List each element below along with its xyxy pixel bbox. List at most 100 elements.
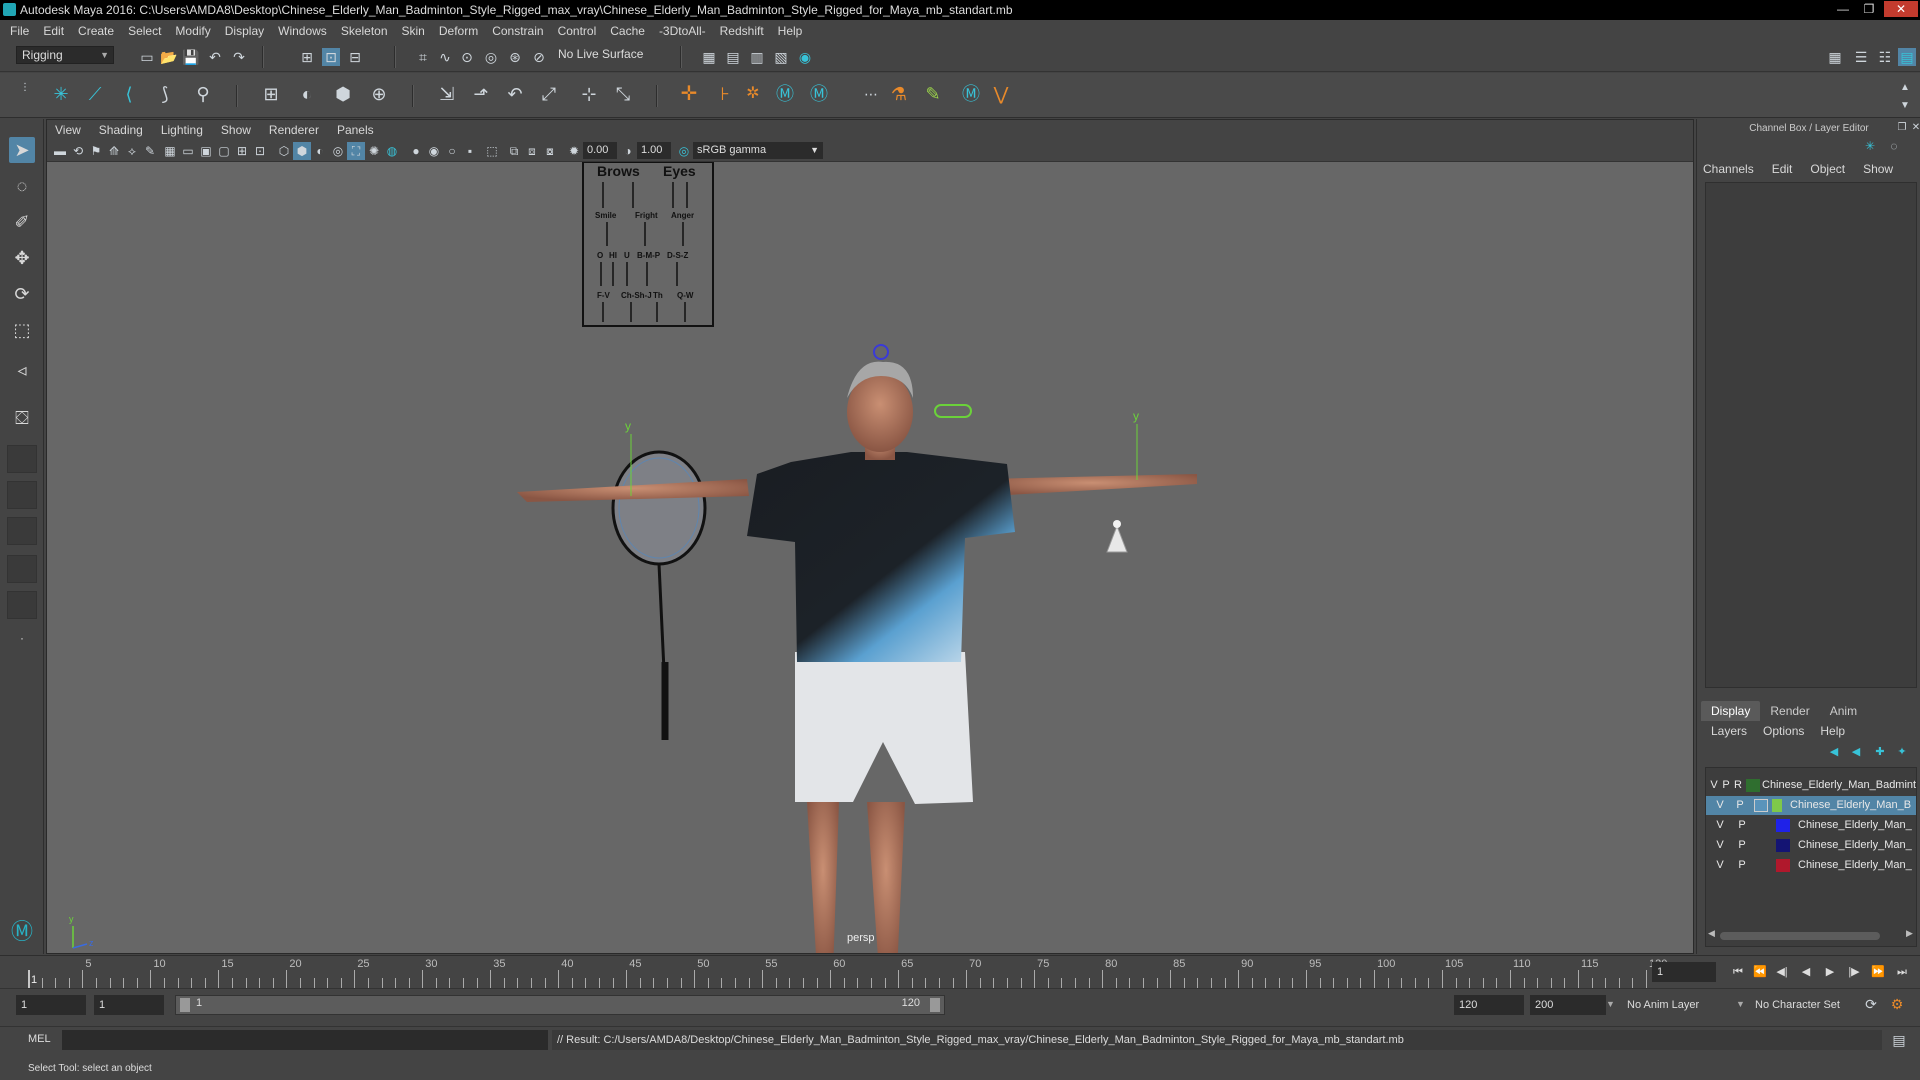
layer-visibility-toggle[interactable]: V <box>1714 796 1726 815</box>
vp-menu-lighting[interactable]: Lighting <box>161 123 203 137</box>
script-language-toggle[interactable]: MEL <box>28 1033 51 1045</box>
paint-weights-icon[interactable]: ◐ <box>298 85 316 103</box>
layer-playback-toggle[interactable]: P <box>1734 796 1746 815</box>
paint-skin-icon[interactable]: ⚗ <box>890 85 908 103</box>
layer-playback-toggle[interactable]: P <box>1736 836 1748 855</box>
current-frame-field[interactable]: 1 <box>1652 962 1716 982</box>
close-button[interactable]: ✕ <box>1884 1 1918 17</box>
scroll-left-icon[interactable]: ◀ <box>1708 928 1715 939</box>
snap-view-plane-icon[interactable]: ◎ <box>482 48 500 66</box>
playback-start-field[interactable]: 1 <box>94 995 164 1015</box>
layout-persp-graph-icon[interactable] <box>7 517 37 545</box>
chevron-down-icon[interactable]: ▼ <box>1736 999 1745 1009</box>
layout-outliner-icon[interactable] <box>7 591 37 619</box>
menu-skin[interactable]: Skin <box>402 24 425 38</box>
shuttlecock-model[interactable] <box>1106 520 1128 553</box>
channel-box-icon[interactable]: ▤ <box>1898 48 1916 66</box>
render-frame-icon[interactable]: ▤ <box>724 48 742 66</box>
smooth-shade-icon[interactable]: ⬢ <box>293 142 311 160</box>
field-chart-icon[interactable]: ⊞ <box>233 142 251 160</box>
grease-pencil-icon[interactable]: ✎ <box>141 142 159 160</box>
go-to-start-icon[interactable]: ⏮ <box>1730 964 1746 980</box>
layer-menu-options[interactable]: Options <box>1763 724 1804 738</box>
layer-menu-help[interactable]: Help <box>1820 724 1845 738</box>
command-input[interactable] <box>62 1030 548 1050</box>
shelf-scroll-down-icon[interactable]: ▼ <box>1896 97 1914 115</box>
animation-end-field[interactable]: 200 <box>1530 995 1606 1015</box>
menu-control[interactable]: Control <box>558 24 597 38</box>
new-layer-selected-icon[interactable]: ✦ <box>1893 743 1911 761</box>
layer-color-swatch[interactable] <box>1776 839 1790 852</box>
shelf-options-icon[interactable]: ⋮ <box>16 79 34 97</box>
last-tool-icon[interactable]: ◃ <box>9 357 35 383</box>
layer-row[interactable]: V P Chinese_Elderly_Man_ <box>1706 816 1916 835</box>
character-set-dropdown[interactable]: No Character Set <box>1750 995 1870 1015</box>
go-to-end-icon[interactable]: ⏭ <box>1894 964 1910 980</box>
xray-icon[interactable]: ⧉ <box>505 142 523 160</box>
menu-file[interactable]: File <box>10 24 29 38</box>
scale-constraint-icon[interactable]: ⤢ <box>540 85 558 103</box>
toolbox-more-icon[interactable]: · <box>9 625 35 651</box>
lasso-tool-icon[interactable]: ◌ <box>9 173 35 199</box>
menu-3dtoall[interactable]: -3DtoAll- <box>659 24 706 38</box>
menu-modify[interactable]: Modify <box>175 24 210 38</box>
play-backwards-icon[interactable]: ◀ <box>1798 964 1814 980</box>
exposure-field[interactable]: 0.00 <box>583 142 617 159</box>
blend-shape-icon[interactable]: ✎ <box>924 85 942 103</box>
live-surface-field[interactable]: No Live Surface <box>553 46 653 64</box>
parent-constraint-icon[interactable]: ⊹ <box>580 85 598 103</box>
range-slider[interactable]: 1 120 <box>175 995 945 1015</box>
menu-edit[interactable]: Edit <box>43 24 64 38</box>
layer-visibility-toggle[interactable]: V <box>1708 776 1720 795</box>
channel-box-toggle-icon[interactable]: ✳ <box>1861 137 1879 155</box>
layout-persp-outliner-icon[interactable] <box>7 481 37 509</box>
layer-empty-swatch[interactable] <box>1754 799 1768 812</box>
undo-icon[interactable]: ↶ <box>206 48 224 66</box>
range-end-handle[interactable] <box>930 998 940 1012</box>
ik-handle-icon[interactable]: ⟨ <box>120 85 138 103</box>
select-hierarchy-icon[interactable]: ⊞ <box>298 48 316 66</box>
layout-four-view-icon[interactable] <box>7 445 37 473</box>
anim-layer-dropdown[interactable]: No Anim Layer <box>1622 995 1742 1015</box>
play-forwards-icon[interactable]: ▶ <box>1822 964 1838 980</box>
rotate-tool-icon[interactable]: ⟳ <box>9 281 35 307</box>
script-editor-icon[interactable]: ▤ <box>1890 1031 1908 1049</box>
safe-action-icon[interactable]: ⊡ <box>251 142 269 160</box>
move-layer-up-icon[interactable]: ◀ <box>1825 743 1843 761</box>
color-space-dropdown[interactable]: sRGB gamma ▼ <box>693 142 823 159</box>
lattice-icon[interactable]: ⬢ <box>334 85 352 103</box>
wireframe-on-shaded-icon[interactable]: ◎ <box>329 142 347 160</box>
scale-tool-icon[interactable]: ⬚ <box>9 317 35 343</box>
layer-color-swatch[interactable] <box>1772 799 1782 812</box>
auto-key-icon[interactable]: ⟳ <box>1862 995 1880 1013</box>
layer-row[interactable]: V P Chinese_Elderly_Man_B <box>1706 796 1916 815</box>
select-component-icon[interactable]: ⊟ <box>346 48 364 66</box>
animation-start-field[interactable]: 1 <box>16 995 86 1015</box>
depth-of-field-icon[interactable]: ▪ <box>461 142 479 160</box>
character-rig-icon[interactable]: Ⓜ <box>776 85 794 103</box>
film-gate-icon[interactable]: ▭ <box>179 142 197 160</box>
range-start-handle[interactable] <box>180 998 190 1012</box>
point-constraint-icon[interactable]: ⇲ <box>438 85 456 103</box>
step-forward-frame-icon[interactable]: |▶ <box>1846 964 1862 980</box>
select-tool-icon[interactable]: ➤ <box>9 137 35 163</box>
insert-joint-icon[interactable]: ⟋ <box>86 85 104 103</box>
paint-select-icon[interactable]: ✐ <box>9 209 35 235</box>
tool-settings-icon[interactable]: ☷ <box>1876 48 1894 66</box>
face-control-board[interactable]: Brows Eyes Smile Fright Anger O HI U B-M… <box>582 162 714 327</box>
layer-reference-toggle[interactable]: R <box>1732 776 1744 795</box>
snap-curve-icon[interactable]: ∿ <box>436 48 454 66</box>
menu-set-dropdown[interactable]: Rigging ▼ <box>16 46 114 64</box>
scroll-right-icon[interactable]: ▶ <box>1906 928 1913 939</box>
cluster-handle-icon[interactable]: ✲ <box>744 85 762 103</box>
panel-close-icon[interactable]: ✕ <box>1907 119 1920 137</box>
grid-icon[interactable]: ▦ <box>161 142 179 160</box>
layer-visibility-toggle[interactable]: V <box>1714 816 1726 835</box>
attribute-editor-toggle-icon[interactable]: ◌ <box>1885 137 1903 155</box>
new-scene-icon[interactable]: ▭ <box>138 48 156 66</box>
select-camera-icon[interactable]: ▬ <box>51 142 69 160</box>
move-layer-down-icon[interactable]: ◀ <box>1847 743 1865 761</box>
gamma-icon[interactable]: ◑ <box>619 142 637 160</box>
layer-color-swatch[interactable] <box>1776 859 1790 872</box>
layer-row[interactable]: V P Chinese_Elderly_Man_ <box>1706 836 1916 855</box>
